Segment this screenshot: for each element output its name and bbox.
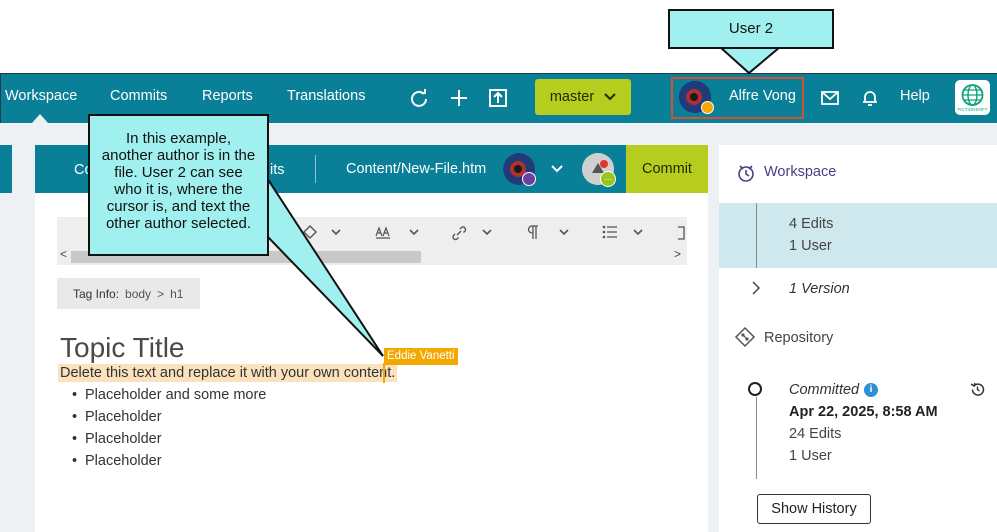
- user2-callout: User 2: [668, 9, 834, 49]
- user2-callout-pointer: [717, 46, 783, 75]
- callout-pointers: [266, 46, 783, 357]
- callout-line: cursor is, and text the: [106, 198, 251, 215]
- callout-line: another author is in the: [101, 147, 256, 164]
- callout-line: file. User 2 can see: [114, 164, 243, 181]
- callout-line: other author selected.: [105, 215, 252, 232]
- example-callout: In this example, another author is in th…: [88, 114, 269, 256]
- callout-line: who it is, where the: [114, 181, 243, 198]
- callout-line: In this example,: [125, 130, 232, 147]
- user2-callout-text: User 2: [728, 20, 774, 37]
- example-callout-pointer: [266, 174, 384, 357]
